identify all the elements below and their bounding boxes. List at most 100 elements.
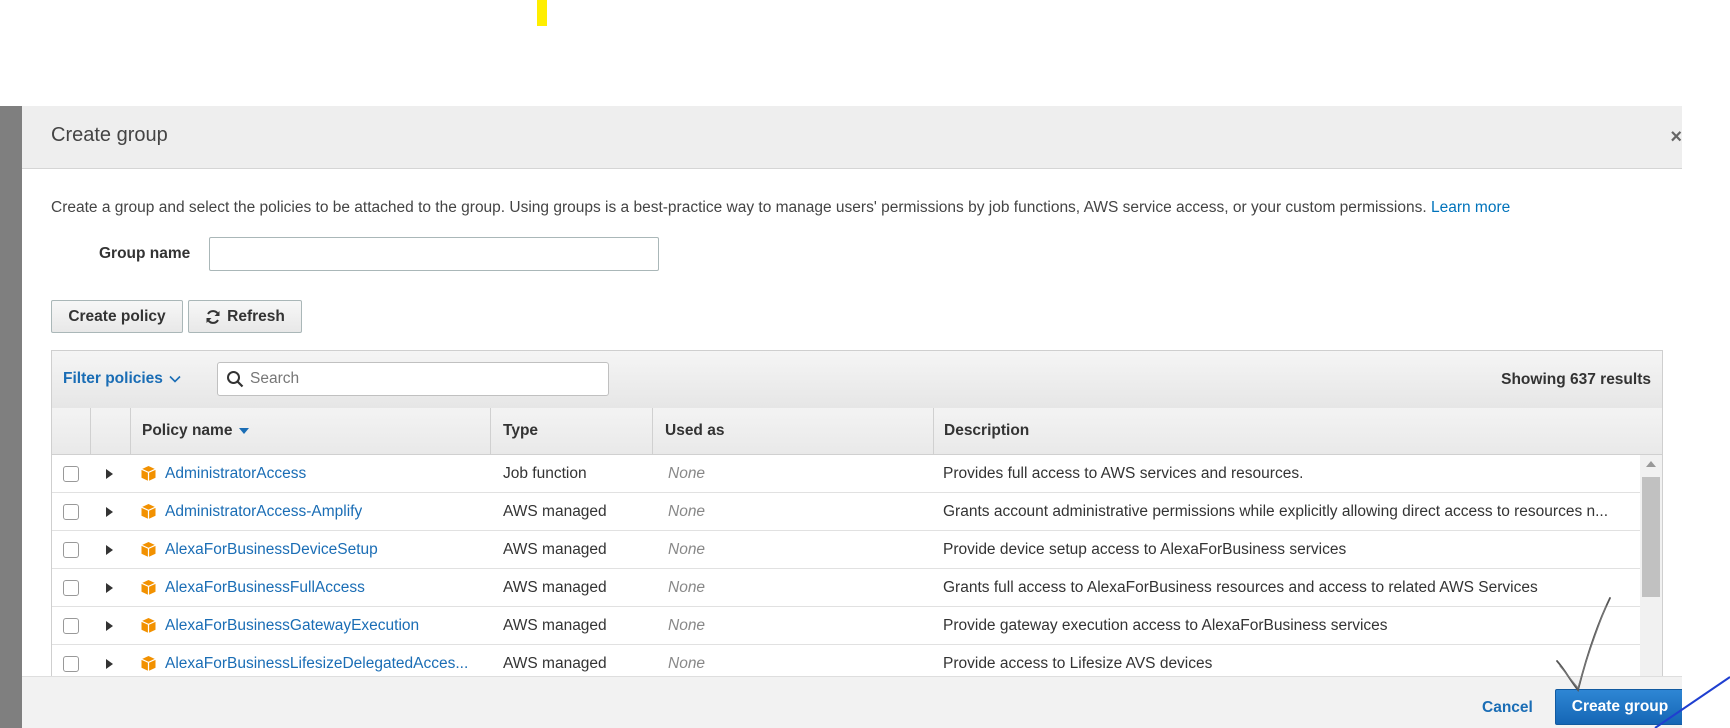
select-column-header (52, 408, 91, 454)
expand-caret-icon[interactable] (106, 544, 113, 555)
expand-caret-icon[interactable] (106, 468, 113, 479)
create-policy-button[interactable]: Create policy (51, 300, 183, 333)
expand-column-header (91, 408, 131, 454)
policy-name-link[interactable]: AlexaForBusinessFullAccess (165, 579, 365, 597)
policy-used-as-cell: None (668, 578, 706, 596)
policy-name-link[interactable]: AlexaForBusinessGatewayExecution (165, 617, 419, 635)
search-icon (227, 371, 244, 388)
policy-description-text: Provide gateway execution access to Alex… (943, 616, 1388, 634)
policy-name-link[interactable]: AdministratorAccess-Amplify (165, 503, 362, 521)
cancel-button[interactable]: Cancel (1482, 699, 1533, 717)
row-expand-cell (106, 569, 118, 606)
policy-description-text: Provides full access to AWS services and… (943, 464, 1304, 482)
intro-description: Create a group and select the policies t… (51, 199, 1427, 216)
scroll-thumb[interactable] (1642, 477, 1660, 597)
row-checkbox[interactable] (63, 617, 79, 634)
used-as-column-header[interactable]: Used as (653, 408, 934, 454)
backdrop-overlay (0, 106, 22, 728)
policies-table: Filter policies Showing 637 results Poli… (51, 350, 1663, 728)
table-row: AlexaForBusinessGatewayExecution AWS man… (52, 607, 1640, 645)
policy-name-link[interactable]: AdministratorAccess (165, 465, 306, 483)
policy-type-cell: AWS managed (503, 616, 607, 634)
create-policy-label: Create policy (68, 307, 166, 325)
description-column-header[interactable]: Description (934, 408, 1662, 454)
policy-description-cell: Provide device setup access to AlexaForB… (943, 531, 1631, 568)
filter-bar: Filter policies Showing 637 results (52, 351, 1662, 409)
type-column-header[interactable]: Type (491, 408, 653, 454)
scroll-up-icon[interactable] (1646, 461, 1656, 467)
policy-cube-icon (141, 542, 156, 557)
policy-cube-icon (141, 580, 156, 595)
row-expand-cell (106, 531, 118, 568)
expand-caret-icon[interactable] (106, 506, 113, 517)
row-checkbox[interactable] (63, 503, 79, 520)
table-row: AdministratorAccess Job function None Pr… (52, 455, 1640, 493)
row-select-cell (63, 531, 83, 568)
row-checkbox[interactable] (63, 541, 79, 558)
refresh-icon (206, 309, 220, 324)
policy-description-cell: Provide gateway execution access to Alex… (943, 607, 1631, 644)
policy-description-text: Grants full access to AlexaForBusiness r… (943, 578, 1538, 596)
chevron-down-icon (169, 375, 181, 383)
policy-cube-icon (141, 656, 156, 671)
search-input[interactable] (248, 369, 592, 389)
policy-cube-icon (141, 466, 156, 481)
policy-name-header-label: Policy name (142, 422, 233, 439)
sort-desc-icon (239, 428, 250, 434)
row-expand-cell (106, 455, 118, 492)
table-row: AlexaForBusinessDeviceSetup AWS managed … (52, 531, 1640, 569)
filter-policies-dropdown[interactable]: Filter policies (63, 370, 181, 388)
row-expand-cell (106, 493, 118, 530)
filter-policies-label: Filter policies (63, 370, 163, 387)
policy-used-as-cell: None (668, 464, 706, 482)
refresh-button[interactable]: Refresh (188, 300, 302, 333)
page-top-area (0, 0, 1730, 106)
expand-caret-icon[interactable] (106, 582, 113, 593)
policy-used-as-cell: None (668, 502, 706, 520)
search-box[interactable] (217, 362, 609, 396)
row-select-cell (63, 607, 83, 644)
expand-caret-icon[interactable] (106, 658, 113, 669)
row-select-cell (63, 493, 83, 530)
policy-description-cell: Grants full access to AlexaForBusiness r… (943, 569, 1631, 606)
create-group-button[interactable]: Create group (1555, 689, 1682, 725)
refresh-label: Refresh (227, 307, 285, 325)
policy-description-text: Provide device setup access to AlexaForB… (943, 540, 1347, 558)
table-header: Policy name Type Used as Description (52, 408, 1662, 455)
row-checkbox[interactable] (63, 655, 79, 672)
policy-name-cell: AlexaForBusinessFullAccess (140, 569, 490, 606)
policy-type-cell: Job function (503, 464, 587, 482)
highlight-marker (537, 0, 547, 26)
policy-type-cell: AWS managed (503, 540, 607, 558)
close-icon[interactable]: × (1670, 126, 1682, 149)
policy-type-cell: AWS managed (503, 502, 607, 520)
policy-description-cell: Provides full access to AWS services and… (943, 455, 1631, 492)
row-checkbox[interactable] (63, 579, 79, 596)
create-group-label: Create group (1571, 698, 1669, 715)
row-expand-cell (106, 607, 118, 644)
row-select-cell (63, 455, 83, 492)
policy-cube-icon (141, 618, 156, 633)
policy-used-as-cell: None (668, 540, 706, 558)
learn-more-link[interactable]: Learn more (1431, 199, 1510, 216)
policy-name-link[interactable]: AlexaForBusinessLifesizeDelegatedAcces..… (165, 655, 468, 673)
expand-caret-icon[interactable] (106, 620, 113, 631)
table-row: AlexaForBusinessFullAccess AWS managed N… (52, 569, 1640, 607)
policy-used-as-cell: None (668, 616, 706, 634)
policy-name-cell: AlexaForBusinessGatewayExecution (140, 607, 490, 644)
policy-name-link[interactable]: AlexaForBusinessDeviceSetup (165, 541, 378, 559)
intro-text: Create a group and select the policies t… (51, 199, 1510, 217)
dialog-header: Create group × (22, 106, 1682, 169)
policy-cube-icon (141, 504, 156, 519)
dialog-title: Create group (51, 124, 168, 146)
group-name-input[interactable] (209, 237, 659, 271)
row-checkbox[interactable] (63, 465, 79, 482)
create-group-dialog: Create group × Create a group and select… (22, 106, 1682, 728)
policy-name-column-header[interactable]: Policy name (131, 408, 491, 454)
policy-description-text: Provide access to Lifesize AVS devices (943, 654, 1213, 672)
policy-description-cell: Grants account administrative permission… (943, 493, 1631, 530)
table-row: AdministratorAccess-Amplify AWS managed … (52, 493, 1640, 531)
policy-name-cell: AdministratorAccess (140, 455, 490, 492)
policy-type-cell: AWS managed (503, 578, 607, 596)
policy-name-cell: AdministratorAccess-Amplify (140, 493, 490, 530)
